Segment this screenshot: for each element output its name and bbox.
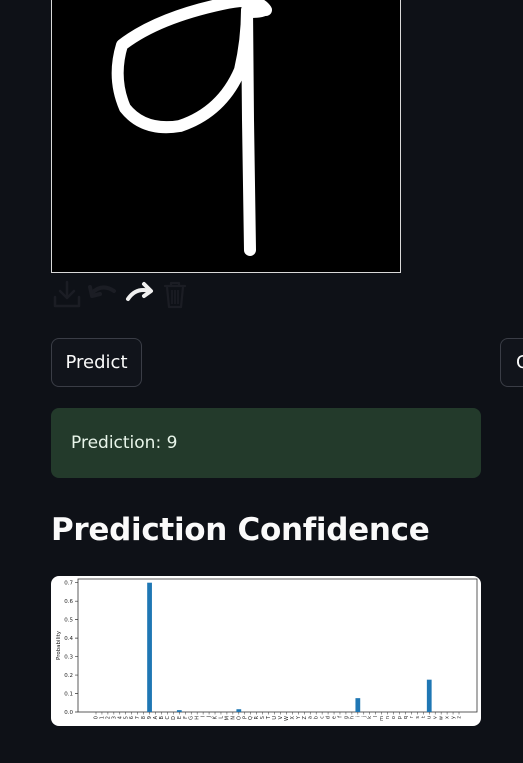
handwritten-digit-drawing (111, 0, 272, 256)
undo-icon[interactable] (87, 278, 119, 310)
y-axis-label: Probability (56, 630, 62, 660)
confidence-heading: Prediction Confidence (51, 512, 430, 548)
canvas-toolbar (51, 277, 191, 311)
download-icon[interactable] (51, 278, 83, 310)
bar-O (236, 709, 242, 712)
app-page: Predict C Prediction: 9 Prediction Confi… (0, 0, 523, 763)
x-tick-label: z (457, 716, 463, 719)
bar-E (176, 710, 182, 712)
predict-button[interactable]: Predict (51, 338, 142, 387)
y-tick-label: 0.7 (64, 581, 73, 587)
prediction-result-alert: Prediction: 9 (51, 408, 481, 478)
y-tick-label: 0.5 (64, 618, 73, 624)
bar-i (355, 698, 361, 712)
trash-icon[interactable] (159, 278, 191, 310)
prediction-result-text: Prediction: 9 (71, 433, 178, 453)
confidence-chart: 0.0 0.1 0.2 0.3 0.4 0.5 0.6 0.7 Probability 0 1 2 3 4… (51, 576, 481, 726)
y-tick-label: 0.6 (64, 599, 73, 605)
redo-icon[interactable] (123, 278, 155, 310)
y-tick-label: 0.3 (64, 655, 73, 661)
bar-9 (147, 582, 152, 712)
y-tick-label: 0.4 (64, 636, 73, 642)
y-tick-label: 0.1 (64, 692, 73, 698)
plot-frame (77, 578, 478, 713)
y-tick-label: 0.2 (64, 673, 73, 679)
drawing-canvas[interactable] (51, 0, 401, 273)
clear-button[interactable]: C (500, 338, 523, 387)
confidence-bar-chart: 0.00.10.20.30.40.50.60.7Probability0 1 2 3 4… (56, 578, 478, 721)
y-tick-label: 0.0 (64, 710, 73, 716)
bar-u (426, 679, 432, 712)
